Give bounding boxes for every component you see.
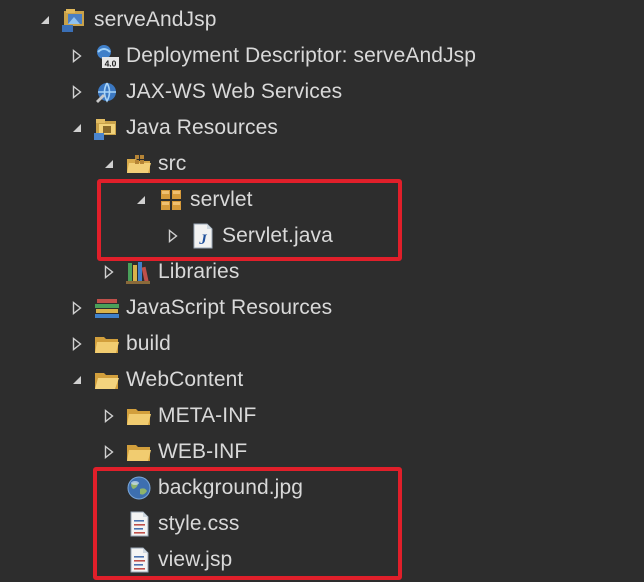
folder-open-icon	[94, 367, 120, 393]
highlight-box-servlet-package	[97, 179, 402, 261]
tree-item-label: Libraries	[158, 260, 240, 283]
tree-item-label: src	[158, 152, 187, 175]
tree-item-java-resources[interactable]: Java Resources	[0, 110, 644, 146]
folder-icon	[94, 331, 120, 357]
tree-item-meta-inf[interactable]: META-INF	[0, 398, 644, 434]
tree-item-label: serveAndJsp	[94, 8, 217, 31]
source-folder-icon	[126, 151, 152, 177]
tree-item-label: JavaScript Resources	[126, 296, 333, 319]
expand-arrow-icon[interactable]	[66, 326, 88, 362]
libraries-icon	[126, 259, 152, 285]
tree-item-build[interactable]: build	[0, 326, 644, 362]
svg-text:4.0: 4.0	[105, 59, 117, 69]
collapse-arrow-icon[interactable]	[66, 110, 88, 146]
expand-arrow-icon[interactable]	[66, 290, 88, 326]
tree-item-javascript-resources[interactable]: JavaScript Resources	[0, 290, 644, 326]
tree-item-label: META-INF	[158, 404, 257, 427]
tree-item-label: JAX-WS Web Services	[126, 80, 343, 103]
expand-arrow-icon[interactable]	[98, 398, 120, 434]
folder-icon	[126, 403, 152, 429]
web-project-icon	[62, 7, 88, 33]
java-resources-icon	[94, 115, 120, 141]
tree-item-src[interactable]: src	[0, 146, 644, 182]
tree-item-webcontent[interactable]: WebContent	[0, 362, 644, 398]
javascript-resources-icon	[94, 295, 120, 321]
tree-item-label: Java Resources	[126, 116, 278, 139]
tree-item-label: Deployment Descriptor: serveAndJsp	[126, 44, 477, 67]
collapse-arrow-icon[interactable]	[66, 362, 88, 398]
tree-item-label: WebContent	[126, 368, 244, 391]
expand-arrow-icon[interactable]	[66, 74, 88, 110]
highlight-box-webcontent-files	[93, 467, 402, 580]
folder-icon	[126, 439, 152, 465]
tree-item-deployment-descriptor-serveandjsp[interactable]: 4.0 Deployment Descriptor: serveAndJsp	[0, 38, 644, 74]
tree-item-label: WEB-INF	[158, 440, 248, 463]
project-explorer-tree: view.jsp style.css background.jpg WEB-INF ME…	[0, 0, 644, 582]
deployment-descriptor-icon: 4.0	[94, 43, 120, 69]
tree-item-serveandjsp[interactable]: serveAndJsp	[0, 2, 644, 38]
web-services-icon	[94, 79, 120, 105]
tree-item-jax-ws-web-services[interactable]: JAX-WS Web Services	[0, 74, 644, 110]
expand-arrow-icon[interactable]	[98, 434, 120, 470]
collapse-arrow-icon[interactable]	[34, 2, 56, 38]
collapse-arrow-icon[interactable]	[98, 146, 120, 182]
tree-item-label: build	[126, 332, 171, 355]
tree-item-web-inf[interactable]: WEB-INF	[0, 434, 644, 470]
expand-arrow-icon[interactable]	[66, 38, 88, 74]
